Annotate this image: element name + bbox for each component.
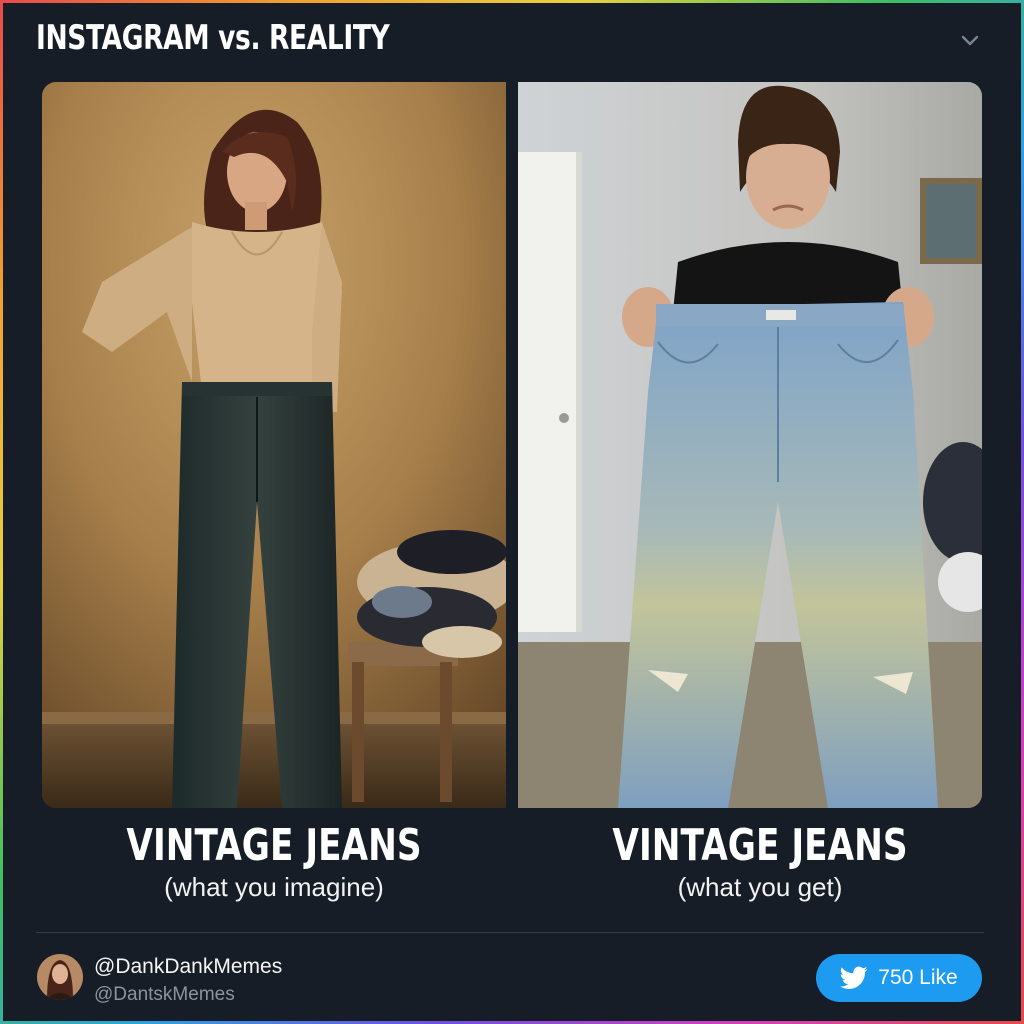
avatar[interactable] bbox=[37, 954, 83, 1000]
page-title: INSTAGRAM vs. REALITY bbox=[36, 18, 390, 58]
footer-divider bbox=[36, 932, 984, 933]
author-subhandle: @DantskMemes bbox=[94, 984, 235, 1005]
caption-title-imagined: VINTAGE JEANS bbox=[126, 820, 422, 871]
like-count-label: 750 Like bbox=[878, 966, 958, 989]
photo-reality bbox=[518, 82, 982, 808]
bird-icon bbox=[840, 966, 868, 989]
author-handle[interactable]: @DankDankMemes bbox=[94, 955, 282, 979]
caption-title-reality: VINTAGE JEANS bbox=[612, 820, 908, 871]
like-button[interactable]: 750 Like bbox=[816, 954, 982, 1002]
photo-imagined bbox=[42, 82, 506, 808]
meme-card: INSTAGRAM vs. REALITY VINTAGE JEANS (wha… bbox=[0, 0, 1024, 1024]
caption-sub-reality: (what you get) bbox=[677, 872, 843, 902]
caption-sub-imagined: (what you imagine) bbox=[164, 872, 384, 902]
chevron-down-icon[interactable] bbox=[958, 28, 982, 52]
